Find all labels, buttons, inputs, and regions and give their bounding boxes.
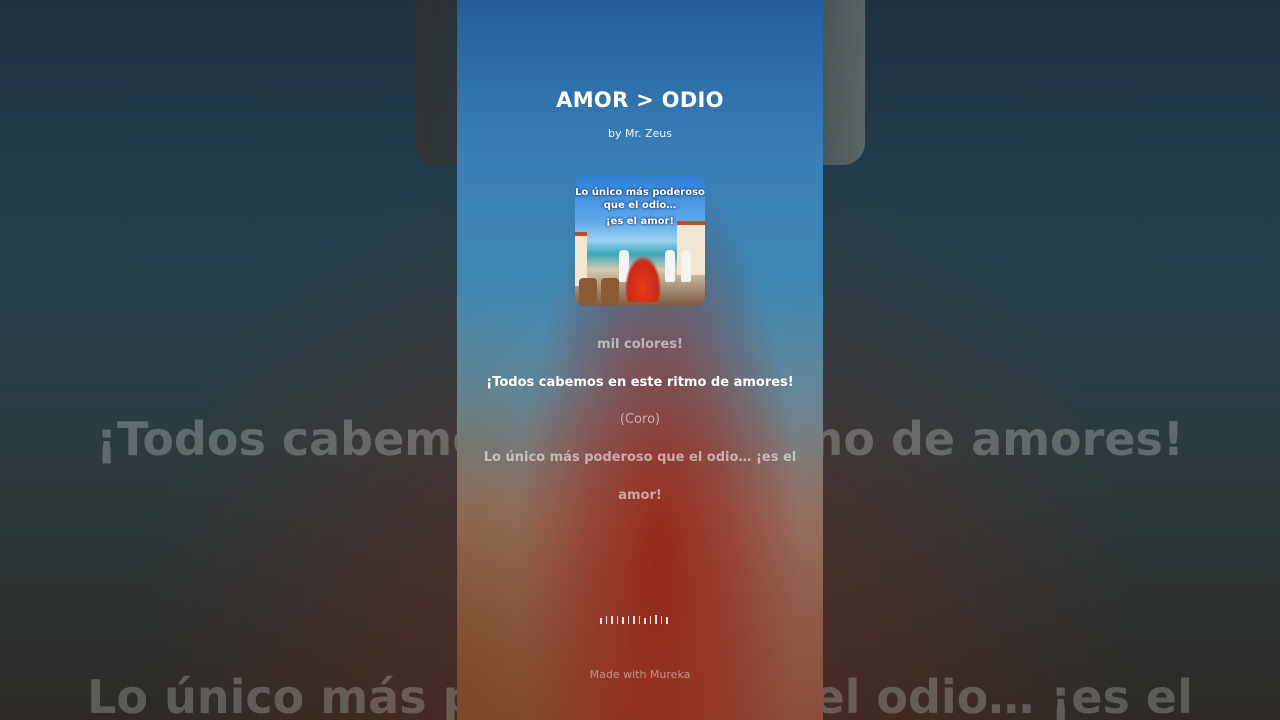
cover-drum	[579, 278, 597, 304]
made-with-credit[interactable]: Made with Mureka	[457, 668, 823, 681]
song-title: AMOR > ODIO	[556, 88, 724, 112]
lyric-line: amor!	[618, 488, 662, 503]
cover-caption-line: que el odio…	[603, 200, 677, 211]
player-panel: AMOR > ODIO by Mr. Zeus Lo único más pod…	[457, 0, 823, 720]
lyric-line: mil colores!	[597, 337, 683, 352]
cover-caption: Lo único más poderoso que el odio… ¡es e…	[575, 186, 705, 228]
cover-dancer	[625, 256, 661, 302]
lyric-line: Lo único más poderoso que el odio… ¡es e…	[483, 450, 797, 465]
lyric-line-current: ¡Todos cabemos en este ritmo de amores!	[486, 375, 794, 390]
cover-caption-line: ¡es el amor!	[606, 216, 674, 227]
cover-drum	[601, 278, 619, 304]
cover-musician	[681, 250, 691, 282]
artist-name[interactable]: by Mr. Zeus	[457, 127, 823, 140]
audio-waveform-icon	[600, 612, 668, 624]
cover-caption-line: Lo único más poderoso	[575, 187, 705, 198]
lyric-line: (Coro)	[619, 412, 661, 427]
album-cover[interactable]: Lo único más poderoso que el odio… ¡es e…	[575, 176, 705, 306]
cover-musician	[665, 250, 675, 282]
